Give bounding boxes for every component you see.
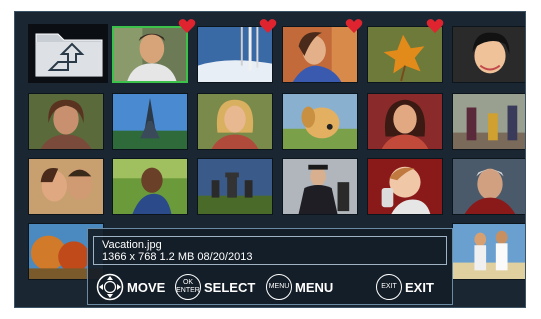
favorite-heart-icon bbox=[259, 18, 277, 34]
enter-text: ENTER bbox=[176, 287, 200, 294]
favorite-heart-icon bbox=[178, 18, 196, 34]
photo-tile-baby-phone[interactable] bbox=[367, 158, 443, 215]
exit-button-icon: EXIT bbox=[376, 274, 402, 300]
exit-hint: EXIT EXIT bbox=[376, 273, 434, 301]
photo-tile-businessman[interactable] bbox=[282, 158, 358, 215]
select-hint: OK ENTER SELECT bbox=[175, 273, 255, 301]
move-hint: MOVE bbox=[96, 273, 165, 301]
photo-tile-stonehenge[interactable] bbox=[197, 158, 273, 215]
favorite-heart-icon bbox=[345, 18, 363, 34]
menu-hint: MENU MENU bbox=[266, 273, 333, 301]
select-label: SELECT bbox=[204, 279, 256, 295]
file-name: Vacation.jpg bbox=[102, 239, 162, 251]
ok-text: OK bbox=[182, 279, 194, 286]
file-details-box: Vacation.jpg 1366 x 768 1.2 MB 08/20/201… bbox=[93, 236, 447, 265]
photo-tile-woman-portrait[interactable] bbox=[367, 93, 443, 150]
move-label: MOVE bbox=[127, 279, 166, 295]
photo-tile-woman-smiling[interactable] bbox=[28, 93, 104, 150]
dpad-icon bbox=[96, 273, 124, 301]
exit-label: EXIT bbox=[405, 279, 434, 295]
folder-up-icon bbox=[35, 33, 103, 77]
menu-button-icon: MENU bbox=[266, 274, 292, 300]
ok-enter-button-icon: OK ENTER bbox=[175, 274, 201, 300]
photo-tile-eiffel-tower[interactable] bbox=[112, 93, 188, 150]
photo-tile-beach-girls[interactable] bbox=[452, 223, 525, 280]
photo-tile-blonde-woman[interactable] bbox=[197, 93, 273, 150]
file-details: 1366 x 768 1.2 MB 08/20/2013 bbox=[102, 251, 253, 263]
photo-tile-golden-retriever[interactable] bbox=[282, 93, 358, 150]
file-info-panel: Vacation.jpg 1366 x 768 1.2 MB 08/20/201… bbox=[87, 228, 453, 305]
photo-tile-winter-birches[interactable] bbox=[197, 26, 273, 83]
photo-tile-young-man[interactable] bbox=[112, 26, 188, 83]
photo-tile-autumn-leaf[interactable] bbox=[367, 26, 443, 83]
photo-browser-screen: Vacation.jpg 1366 x 768 1.2 MB 08/20/201… bbox=[14, 11, 526, 308]
photo-tile-couple[interactable] bbox=[28, 158, 104, 215]
favorite-heart-icon bbox=[426, 18, 444, 34]
photo-tile-woman-laughing[interactable] bbox=[282, 26, 358, 83]
photo-tile-family-walking[interactable] bbox=[452, 93, 525, 150]
photo-tile-old-man[interactable] bbox=[452, 158, 525, 215]
photo-tile-asian-girl[interactable] bbox=[452, 26, 525, 83]
parent-folder-tile[interactable] bbox=[28, 24, 108, 83]
menu-label: MENU bbox=[295, 279, 334, 295]
photo-tile-boy-field[interactable] bbox=[112, 158, 188, 215]
